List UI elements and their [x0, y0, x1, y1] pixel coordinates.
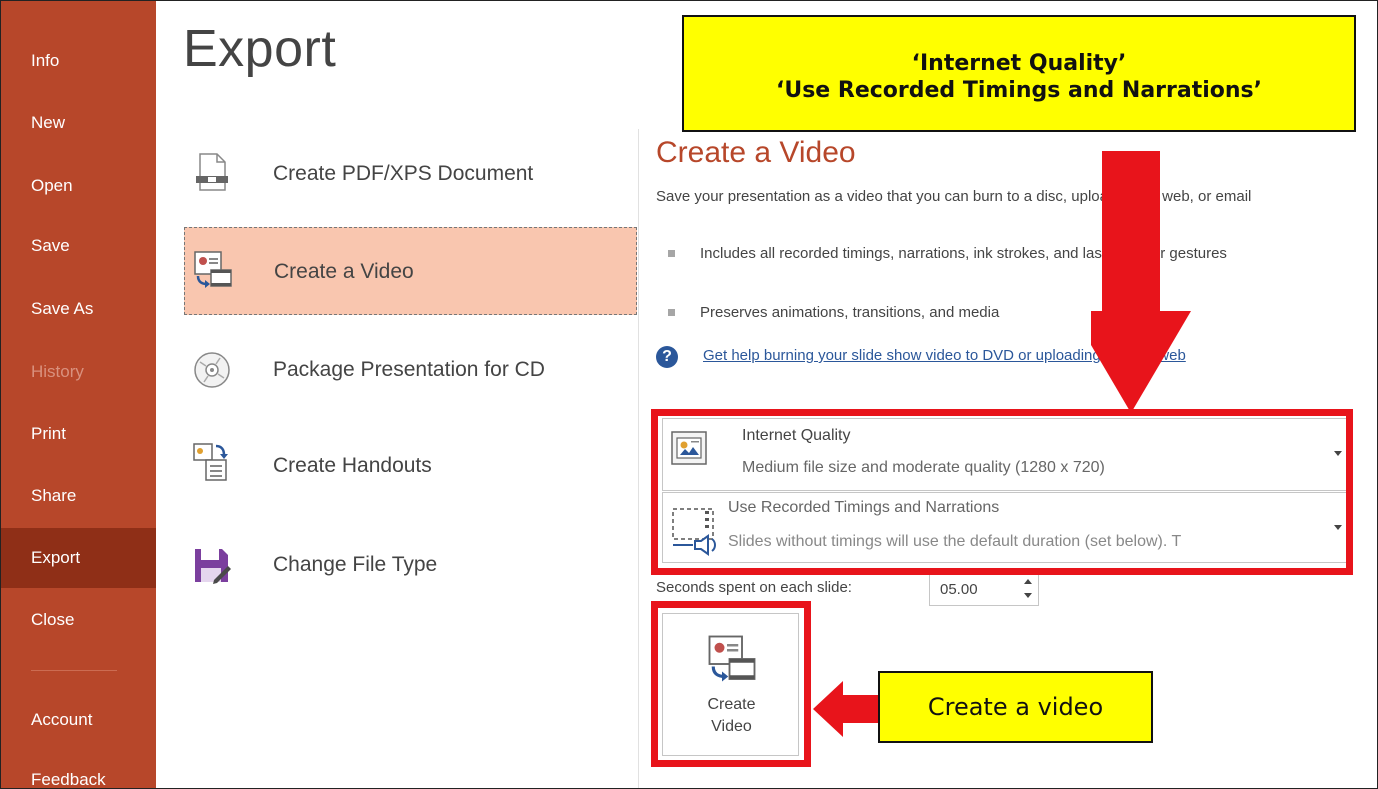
sidebar-divider	[31, 670, 117, 671]
red-arrow-down-icon	[1091, 151, 1191, 413]
callout-line2: ‘Use Recorded Timings and Narrations’	[775, 78, 1263, 103]
nav-info[interactable]: Info	[1, 32, 156, 90]
export-option-package-cd[interactable]: Package Presentation for CD	[184, 326, 637, 414]
help-row: ? Get help burning your slide show video…	[656, 345, 1356, 371]
bullet-item: Includes all recorded timings, narration…	[668, 242, 1328, 288]
nav-open[interactable]: Open	[1, 157, 156, 215]
nav-save-as[interactable]: Save As	[1, 280, 156, 338]
bullet-square-icon	[668, 250, 675, 257]
spin-up-icon[interactable]	[1024, 579, 1032, 584]
export-option-label: Change File Type	[273, 553, 438, 576]
nav-save[interactable]: Save	[1, 217, 156, 275]
export-option-pdf-xps[interactable]: Create PDF/XPS Document	[184, 128, 637, 216]
nav-export[interactable]: Export	[1, 528, 156, 588]
save-file-type-icon	[195, 549, 231, 584]
red-arrow-left-icon	[813, 681, 879, 737]
seconds-spinner[interactable]	[1020, 574, 1036, 604]
backstage-sidebar: Info New Open Save Save As History Print…	[1, 1, 156, 788]
seconds-per-slide-label: Seconds spent on each slide:	[656, 579, 852, 596]
create-video-heading: Create a Video	[656, 136, 856, 169]
export-option-change-file-type[interactable]: Change File Type	[184, 521, 637, 609]
bullet-text: Includes all recorded timings, narration…	[700, 245, 1227, 262]
nav-history: History	[31, 362, 84, 381]
export-option-create-video[interactable]: Create a Video	[184, 227, 637, 315]
help-question-icon: ?	[656, 346, 678, 368]
video-icon	[194, 251, 232, 288]
nav-close[interactable]: Close	[1, 591, 156, 649]
nav-new[interactable]: New	[1, 94, 156, 152]
export-option-label: Create Handouts	[273, 454, 432, 477]
nav-share[interactable]: Share	[1, 467, 156, 525]
spin-down-icon[interactable]	[1024, 593, 1032, 598]
pdf-document-icon	[196, 153, 228, 191]
export-option-handouts[interactable]: Create Handouts	[184, 422, 637, 510]
callout-create-video: Create a video	[878, 671, 1153, 743]
page-title: Export	[183, 20, 337, 78]
create-video-description: Save your presentation as a video that y…	[656, 188, 1252, 205]
handouts-icon	[193, 443, 228, 481]
export-option-label: Create PDF/XPS Document	[273, 162, 534, 185]
highlight-create-video-box	[651, 601, 811, 767]
powerpoint-export-screen: Info New Open Save Save As History Print…	[0, 0, 1378, 789]
bullet-text: Preserves animations, transitions, and m…	[700, 304, 1000, 321]
nav-account[interactable]: Account	[1, 691, 156, 749]
export-option-label: Create a Video	[274, 260, 414, 283]
cd-icon	[194, 352, 230, 388]
highlight-dropdowns-box	[651, 409, 1353, 575]
bullet-square-icon	[668, 309, 675, 316]
export-option-label: Package Presentation for CD	[273, 358, 545, 381]
callout-settings-note: ‘Internet Quality’ ‘Use Recorded Timings…	[682, 15, 1356, 132]
nav-feedback[interactable]: Feedback	[1, 751, 156, 788]
nav-print[interactable]: Print	[1, 405, 156, 463]
column-divider	[638, 129, 639, 788]
callout-line1: ‘Internet Quality’	[911, 51, 1127, 76]
bullet-item: Preserves animations, transitions, and m…	[668, 301, 1328, 324]
